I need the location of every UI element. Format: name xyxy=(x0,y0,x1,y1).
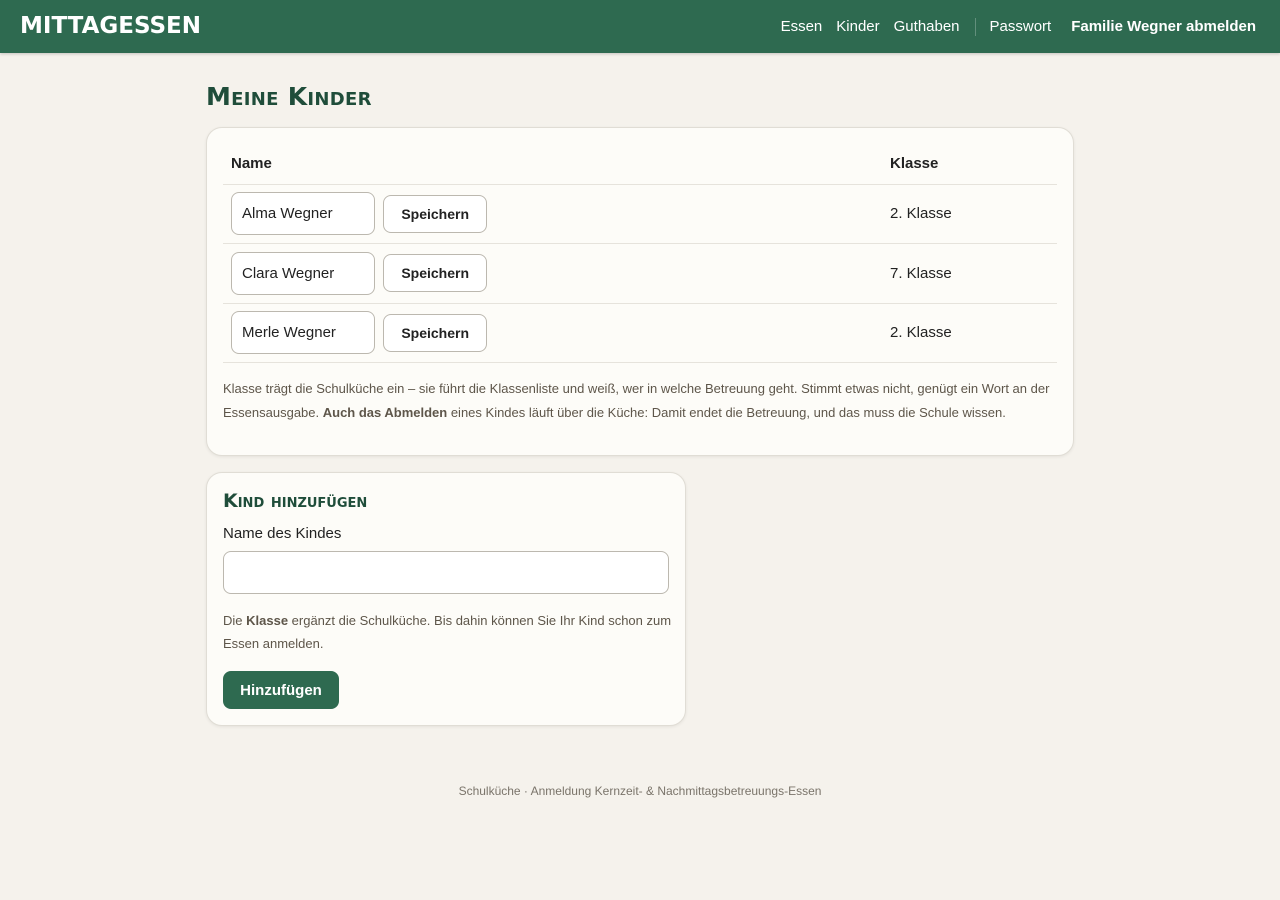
table-row: Speichern 7. Klasse xyxy=(223,243,1057,304)
logout-link[interactable]: Familie Wegner abmelden xyxy=(1071,18,1256,35)
kids-card: Name Klasse Speichern 2. Klasse Speicher… xyxy=(206,127,1074,456)
note-text: ergänzt die Schulküche. Bis dahin können… xyxy=(223,613,672,651)
add-child-title: Kind hinzufügen xyxy=(223,490,368,512)
child-name-input[interactable] xyxy=(231,192,375,236)
brand-logo[interactable]: Mittagessen xyxy=(20,11,201,41)
note-emphasis: Klasse xyxy=(246,613,289,628)
new-child-name-input[interactable] xyxy=(223,551,669,594)
add-child-card: Kind hinzufügen Name des Kindes Die Klas… xyxy=(206,472,686,726)
column-header-name: Name xyxy=(223,144,890,185)
page-title: Meine Kinder xyxy=(206,82,372,111)
child-name-input[interactable] xyxy=(231,251,375,295)
table-header-row: Name Klasse xyxy=(223,144,1057,185)
klasse-info-note: Klasse trägt die Schulküche ein – sie fü… xyxy=(223,377,1067,425)
top-bar: Mittagessen Essen Kinder Guthaben Passwo… xyxy=(0,0,1280,53)
name-cell: Speichern xyxy=(223,184,890,244)
klasse-cell: 2. Klasse xyxy=(890,184,1057,244)
child-name-label: Name des Kindes xyxy=(223,525,342,542)
nav-divider xyxy=(974,17,976,36)
name-cell: Speichern xyxy=(223,303,890,363)
klasse-cell: 2. Klasse xyxy=(890,303,1057,363)
save-button[interactable]: Speichern xyxy=(383,313,488,352)
save-button[interactable]: Speichern xyxy=(383,254,488,293)
child-name-input[interactable] xyxy=(231,311,375,355)
nav-essen[interactable]: Essen xyxy=(781,18,823,35)
add-child-note: Die Klasse ergänzt die Schulküche. Bis d… xyxy=(223,609,673,655)
note-text: eines Kindes läuft über die Küche: Damit… xyxy=(447,405,1006,420)
main-nav: Essen Kinder Guthaben Passwort Familie W… xyxy=(781,0,1256,53)
table-row: Speichern 2. Klasse xyxy=(223,184,1057,244)
column-header-klasse: Klasse xyxy=(890,144,1057,185)
klasse-cell: 7. Klasse xyxy=(890,243,1057,304)
note-emphasis: Auch das Abmelden xyxy=(322,405,448,420)
page-footer: Schulküche · Anmeldung Kernzeit- & Nachm… xyxy=(458,784,822,798)
nav-passwort[interactable]: Passwort xyxy=(990,18,1052,35)
add-child-button[interactable]: Hinzufügen xyxy=(223,671,339,709)
nav-kinder[interactable]: Kinder xyxy=(836,18,879,35)
name-cell: Speichern xyxy=(223,243,890,304)
table-row: Speichern 2. Klasse xyxy=(223,303,1057,363)
save-button[interactable]: Speichern xyxy=(383,194,488,233)
note-text: Die xyxy=(223,613,247,628)
nav-guthaben[interactable]: Guthaben xyxy=(894,18,960,35)
kids-table: Name Klasse Speichern 2. Klasse Speicher… xyxy=(223,144,1057,363)
